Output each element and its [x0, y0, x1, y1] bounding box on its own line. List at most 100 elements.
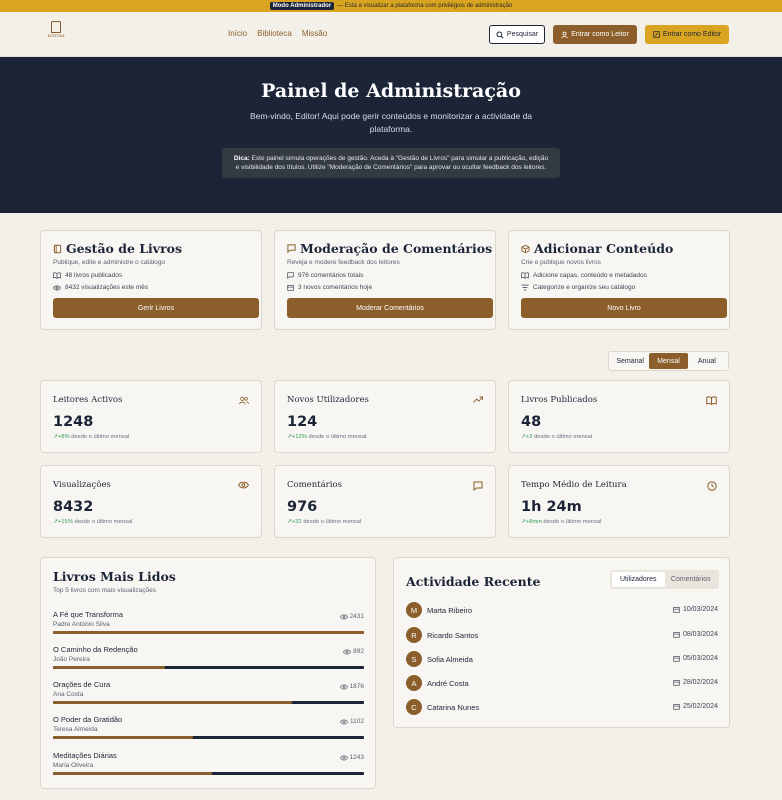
book-icon [53, 244, 62, 253]
calendar-icon [673, 680, 680, 686]
nav-link-inicio[interactable]: Início [228, 29, 247, 38]
new-book-button[interactable]: Novo Livro [521, 298, 727, 318]
card-stat-text: 48 livros publicados [65, 272, 123, 279]
metric-change-value: +32 [291, 519, 302, 525]
card-stat: Categorize e organize seu catálogo [521, 284, 635, 291]
tip-text: Este painel simula operações de gestão. … [235, 155, 549, 171]
metric-label: Comentários [287, 480, 342, 490]
book-progress-bar [53, 701, 364, 704]
book-views: 1102 [340, 718, 364, 725]
book-title: Orações de Cura [53, 680, 111, 689]
metric-change-suffix: desde o último mensal [306, 434, 367, 440]
login-editor-button[interactable]: Entrar como Editor [645, 25, 729, 44]
login-reader-button[interactable]: Entrar como Leitor [553, 25, 637, 44]
book-row[interactable]: Meditações Diárias Maria Oliveira 1243 [53, 751, 364, 775]
activity-date-text: 28/02/2024 [682, 679, 718, 686]
tab-users[interactable]: Utilizadores [612, 572, 665, 587]
message-icon [473, 481, 483, 491]
card-stat-text: 8432 visualizações este mês [65, 284, 149, 291]
activity-date-text: 25/02/2024 [682, 703, 718, 710]
message-icon [287, 244, 296, 253]
card-stat-text: 3 novos comentários hoje [298, 284, 373, 291]
card-stat: 48 livros publicados [53, 272, 122, 279]
metric-change-value: +12% [291, 434, 307, 440]
message-icon [287, 272, 294, 279]
activity-user-name: André Costa [427, 679, 469, 688]
metric-change: ↗+8min desde o último mensal [521, 519, 601, 525]
book-title: A Fé que Transforma [53, 610, 124, 619]
site-logo[interactable]: EDITORA [43, 21, 69, 47]
activity-item[interactable]: S Sofia Almeida 05/03/2024 [406, 651, 718, 669]
activity-user-name: Sofia Almeida [427, 655, 473, 664]
card-description: Crie e publique novos livros [521, 259, 601, 266]
period-monthly[interactable]: Mensal [649, 353, 688, 369]
card-title-text: Gestão de Livros [66, 241, 183, 256]
book-views: 1243 [339, 754, 364, 761]
avatar: A [406, 675, 422, 691]
book-progress-fill [53, 736, 193, 739]
book-row[interactable]: A Fé que Transforma Padre António Silva … [53, 610, 364, 634]
nav-link-biblioteca[interactable]: Biblioteca [257, 29, 292, 38]
activity-item[interactable]: C Catarina Nunes 25/02/2024 [406, 699, 718, 717]
nav-link-missao[interactable]: Missão [302, 29, 327, 38]
tip-label: Dica: [233, 155, 250, 162]
book-progress-bar [53, 736, 364, 739]
card-stat: 976 comentários totais [287, 272, 363, 279]
book-progress-bar [53, 631, 364, 634]
metric-value: 1h 24m [521, 499, 582, 515]
metric-change: ↗+12% desde o último mensal [287, 434, 366, 440]
metric-card-active-readers: Leitores Activos 1248 ↗+8% desde o últim… [40, 380, 262, 453]
manage-books-button[interactable]: Gerir Livros [53, 298, 259, 318]
activity-item[interactable]: M Marta Ribeiro 10/03/2024 [406, 602, 718, 620]
book-row[interactable]: Orações de Cura Ana Costa 1876 [53, 680, 364, 704]
eye-icon [238, 481, 249, 489]
book-progress-fill [53, 666, 165, 669]
activity-date: 08/03/2024 [673, 631, 718, 638]
metric-change-suffix: desde o último mensal [69, 434, 130, 440]
metric-card-published-books: Livros Publicados 48 ↗+3 desde o último … [508, 380, 730, 453]
card-description: Publique, edite e administre o catálogo [53, 259, 166, 266]
metric-change-value: +8% [57, 434, 70, 440]
book-row[interactable]: O Caminho da Redenção João Pereira 892 [53, 645, 364, 669]
metric-change: ↗+8% desde o último mensal [53, 434, 129, 440]
book-views-count: 892 [353, 648, 364, 655]
activity-date: 10/03/2024 [673, 606, 718, 613]
calendar-icon [673, 704, 680, 710]
activity-user-name: Catarina Nunes [427, 703, 480, 712]
calendar-icon [673, 607, 680, 613]
logo-text: EDITORA [47, 34, 65, 38]
book-progress-fill [53, 631, 364, 634]
top-books-panel: Livros Mais Lidos Top 5 livros com mais … [40, 557, 376, 789]
activity-date: 25/02/2024 [673, 703, 718, 710]
metric-change: ↗+32 desde o último mensal [287, 519, 361, 525]
admin-banner-text: — Está a visualizar a plataforma com pri… [337, 3, 513, 9]
book-row[interactable]: O Poder da Gratidão Teresa Almeida 1102 [53, 715, 364, 739]
activity-tabs: Utilizadores Comentários [610, 570, 719, 589]
activity-date-text: 05/03/2024 [682, 655, 718, 662]
activity-item[interactable]: A André Costa 28/02/2024 [406, 675, 718, 693]
book-open-icon [706, 396, 717, 405]
metric-change: ↗+3 desde o último mensal [521, 434, 592, 440]
moderate-comments-button[interactable]: Moderar Comentários [287, 298, 493, 318]
period-weekly[interactable]: Semanal [611, 353, 649, 369]
period-selector: Semanal Mensal Anual [608, 351, 729, 371]
activity-item[interactable]: R Ricardo Santos 08/03/2024 [406, 627, 718, 645]
search-button-label: Pesquisar [506, 31, 539, 38]
nav-links: Início Biblioteca Missão [228, 29, 327, 38]
login-reader-label: Entrar como Leitor [571, 31, 629, 38]
metric-label: Novos Utilizadores [287, 395, 369, 405]
tip-box: Dica: Este painel simula operações de ge… [222, 148, 560, 178]
metric-change-suffix: desde o último mensal [541, 519, 602, 525]
metric-value: 8432 [53, 499, 94, 515]
tab-comments[interactable]: Comentários [665, 572, 718, 587]
eye-icon [340, 719, 349, 724]
search-button[interactable]: Pesquisar [489, 25, 545, 44]
recent-activity-title: Actividade Recente [406, 574, 541, 589]
period-yearly[interactable]: Anual [688, 353, 726, 369]
card-stat: 3 novos comentários hoje [287, 284, 372, 291]
card-title-text: Moderação de Comentários [300, 241, 493, 256]
metric-label: Leitores Activos [53, 395, 123, 405]
card-stat-text: 976 comentários totais [298, 272, 364, 279]
book-author: Ana Costa [53, 691, 84, 698]
calendar-icon [673, 656, 680, 662]
